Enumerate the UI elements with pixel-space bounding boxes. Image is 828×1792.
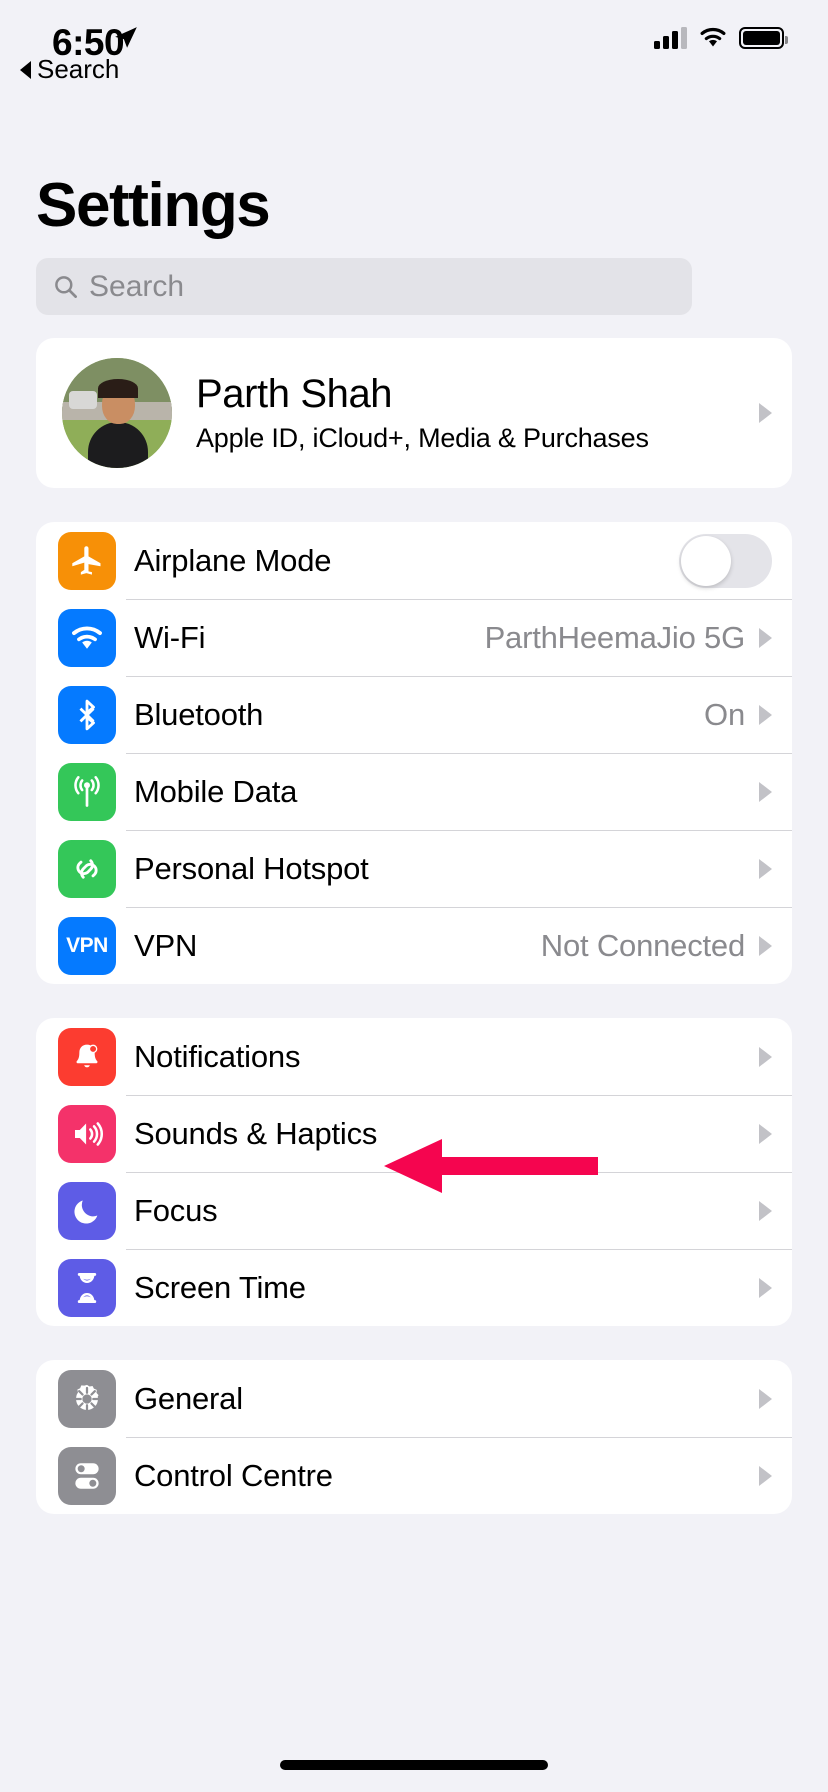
connectivity-group: Airplane Mode Wi-Fi ParthHeemaJio 5G Blu… xyxy=(36,522,792,984)
back-triangle-icon xyxy=(20,60,31,79)
settings-row-label: Focus xyxy=(134,1192,218,1228)
settings-row-label: Mobile Data xyxy=(134,773,298,809)
chevron-right-icon xyxy=(759,1046,772,1067)
vpn-badge-icon: VPN xyxy=(58,916,116,975)
search-input[interactable] xyxy=(89,269,676,304)
location-arrow-icon xyxy=(115,27,137,48)
chevron-right-icon xyxy=(759,403,772,423)
page-title: Settings xyxy=(36,171,271,240)
settings-row-general[interactable]: General xyxy=(36,1360,792,1437)
bluetooth-state-value: On xyxy=(704,696,745,732)
settings-row-bluetooth[interactable]: Bluetooth On xyxy=(36,676,792,753)
status-bar: 6:50 Search xyxy=(0,0,828,112)
battery-icon xyxy=(739,26,788,49)
moon-icon xyxy=(58,1181,116,1240)
airplane-mode-toggle[interactable] xyxy=(679,533,772,588)
search-bar[interactable] xyxy=(36,258,692,315)
settings-row-label: General xyxy=(134,1380,243,1416)
settings-row-sounds-haptics[interactable]: Sounds & Haptics xyxy=(36,1095,792,1172)
settings-row-mobile-data[interactable]: Mobile Data xyxy=(36,753,792,830)
chevron-right-icon xyxy=(759,1123,772,1144)
wifi-network-value: ParthHeemaJio 5G xyxy=(484,619,746,655)
back-label: Search xyxy=(37,54,120,84)
chevron-right-icon xyxy=(759,1277,772,1298)
chevron-right-icon xyxy=(759,627,772,648)
apple-id-group: Parth Shah Apple ID, iCloud+, Media & Pu… xyxy=(36,338,792,488)
back-to-search-button[interactable]: Search xyxy=(20,54,119,85)
settings-row-label: Sounds & Haptics xyxy=(134,1115,378,1151)
account-subtitle: Apple ID, iCloud+, Media & Purchases xyxy=(196,423,649,453)
settings-row-control-centre[interactable]: Control Centre xyxy=(36,1437,792,1514)
sliders-icon xyxy=(58,1446,116,1505)
hotspot-link-icon xyxy=(58,839,116,898)
bell-icon xyxy=(58,1027,116,1086)
system-group: General Control Centre xyxy=(36,1360,792,1514)
search-icon xyxy=(55,276,77,298)
settings-list: Parth Shah Apple ID, iCloud+, Media & Pu… xyxy=(0,338,828,1792)
wifi-icon xyxy=(700,27,726,47)
iphone-settings-screen: 6:50 Search Settings Search Parth Shah A… xyxy=(0,0,828,1792)
settings-row-label: VPN xyxy=(134,927,198,963)
gear-icon xyxy=(58,1369,116,1428)
settings-row-label: Screen Time xyxy=(134,1269,306,1305)
speaker-waves-icon xyxy=(58,1104,116,1163)
airplane-icon xyxy=(58,531,116,590)
chevron-right-icon xyxy=(759,781,772,802)
settings-row-wifi[interactable]: Wi-Fi ParthHeemaJio 5G xyxy=(36,599,792,676)
settings-row-label: Control Centre xyxy=(134,1457,333,1493)
home-indicator xyxy=(280,1760,548,1770)
antenna-icon xyxy=(58,762,116,821)
chevron-right-icon xyxy=(759,1465,772,1486)
hourglass-icon xyxy=(58,1258,116,1317)
alerts-group: Notifications Sounds & Haptics Focus Scr… xyxy=(36,1018,792,1326)
account-name: Parth Shah xyxy=(196,372,393,416)
settings-row-label: Personal Hotspot xyxy=(134,850,369,886)
apple-id-row[interactable]: Parth Shah Apple ID, iCloud+, Media & Pu… xyxy=(36,338,792,488)
chevron-right-icon xyxy=(759,1388,772,1409)
profile-photo-avatar xyxy=(62,358,172,468)
bluetooth-icon xyxy=(58,685,116,744)
settings-row-vpn[interactable]: VPN VPN Not Connected xyxy=(36,907,792,984)
settings-row-label: Wi-Fi xyxy=(134,619,206,655)
settings-row-screen-time[interactable]: Screen Time xyxy=(36,1249,792,1326)
settings-row-label: Notifications xyxy=(134,1038,301,1074)
wifi-icon xyxy=(58,608,116,667)
chevron-right-icon xyxy=(759,935,772,956)
settings-row-label: Bluetooth xyxy=(134,696,264,732)
chevron-right-icon xyxy=(759,704,772,725)
vpn-state-value: Not Connected xyxy=(540,927,745,963)
chevron-right-icon xyxy=(759,1200,772,1221)
chevron-right-icon xyxy=(759,858,772,879)
cellular-bars-icon xyxy=(654,26,687,49)
settings-row-personal-hotspot[interactable]: Personal Hotspot xyxy=(36,830,792,907)
status-bar-indicators xyxy=(654,26,788,49)
settings-row-focus[interactable]: Focus xyxy=(36,1172,792,1249)
settings-row-label: Airplane Mode xyxy=(134,542,332,578)
settings-row-notifications[interactable]: Notifications xyxy=(36,1018,792,1095)
settings-row-airplane-mode[interactable]: Airplane Mode xyxy=(36,522,792,599)
